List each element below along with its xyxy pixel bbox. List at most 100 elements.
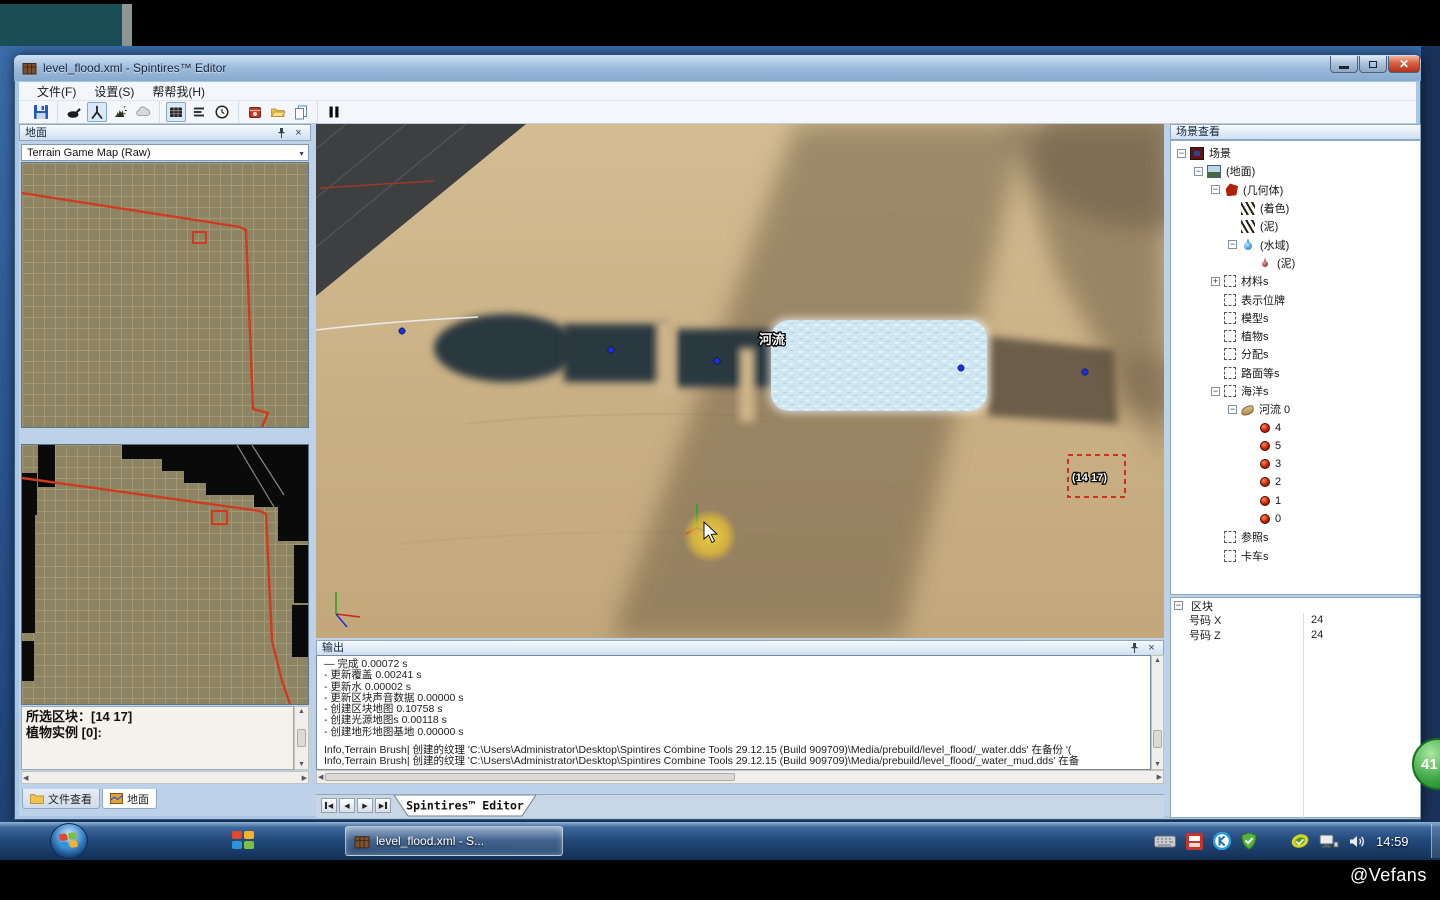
start-button[interactable] bbox=[50, 823, 88, 859]
tray-app-red-icon[interactable] bbox=[1186, 833, 1203, 850]
document-tab[interactable]: Spintires™ Editor bbox=[392, 795, 538, 817]
tree-expander[interactable]: − bbox=[1211, 387, 1220, 396]
scroll-thumb[interactable] bbox=[1153, 730, 1162, 748]
tree-expander[interactable]: − bbox=[1194, 167, 1203, 176]
scroll-down-icon[interactable]: ▼ bbox=[1154, 761, 1161, 768]
tree-item[interactable]: 路面等s bbox=[1171, 364, 1420, 382]
tree-item[interactable]: −(地面) bbox=[1171, 162, 1420, 180]
visible-blocks-minimap[interactable] bbox=[21, 444, 309, 705]
tab-terrain[interactable]: 地面 bbox=[102, 789, 157, 809]
tree-expander[interactable]: + bbox=[1211, 277, 1220, 286]
tree-item-label: (泥) bbox=[1277, 255, 1295, 271]
tree-item-label: 3 bbox=[1275, 458, 1281, 470]
block-group-row[interactable]: − 区块 bbox=[1171, 598, 1420, 613]
taskbar-clock[interactable]: 14:59 bbox=[1376, 834, 1409, 849]
close-panel-icon[interactable]: × bbox=[292, 127, 305, 139]
scroll-up-icon[interactable]: ▲ bbox=[298, 708, 305, 715]
output-vertical-scrollbar[interactable]: ▲▼ bbox=[1151, 655, 1164, 770]
dashed-icon bbox=[1224, 348, 1236, 360]
pin-icon[interactable] bbox=[1128, 642, 1141, 654]
tree-item[interactable]: (泥) bbox=[1171, 217, 1420, 235]
pin-icon[interactable] bbox=[275, 127, 288, 139]
tree-item[interactable]: 模型s bbox=[1171, 309, 1420, 327]
scroll-left-icon[interactable]: ◀ bbox=[23, 774, 28, 782]
tray-keyboard-icon[interactable] bbox=[1154, 835, 1176, 848]
save-icon[interactable] bbox=[31, 102, 51, 122]
menu-file[interactable]: 文件(F) bbox=[29, 82, 84, 101]
tree-item[interactable]: 1 bbox=[1171, 492, 1420, 510]
close-button[interactable]: ✕ bbox=[1388, 56, 1420, 73]
tree-item[interactable]: −海洋s bbox=[1171, 382, 1420, 400]
tree-item[interactable]: 植物s bbox=[1171, 327, 1420, 345]
info-vertical-scrollbar[interactable]: ▲▼ bbox=[294, 706, 309, 770]
tree-item[interactable]: +材料s bbox=[1171, 272, 1420, 290]
plants-icon[interactable] bbox=[110, 102, 130, 122]
tree-item[interactable]: −河流 0 bbox=[1171, 400, 1420, 418]
clouds-icon[interactable] bbox=[133, 102, 153, 122]
tree-expander[interactable]: − bbox=[1174, 601, 1183, 610]
output-horizontal-scrollbar[interactable]: ◀ ▶ bbox=[316, 770, 1164, 784]
taskbar-quick-launch-icon[interactable] bbox=[232, 831, 256, 851]
tree-item[interactable]: −(几何体) bbox=[1171, 181, 1420, 199]
scroll-left-icon[interactable]: ◀ bbox=[318, 773, 323, 781]
scroll-right-icon[interactable]: ▶ bbox=[1157, 773, 1162, 781]
terrain-minimap[interactable] bbox=[21, 162, 309, 428]
show-desktop-button[interactable] bbox=[1431, 824, 1440, 858]
title-bar[interactable]: level_flood.xml - Spintires™ Editor bbox=[14, 55, 1421, 81]
tree-item[interactable]: (泥) bbox=[1171, 254, 1420, 272]
tree-item[interactable]: 分配s bbox=[1171, 345, 1420, 363]
scroll-thumb[interactable] bbox=[325, 773, 735, 781]
tree-item[interactable]: 0 bbox=[1171, 510, 1420, 528]
layer-levels-icon[interactable] bbox=[189, 102, 209, 122]
property-row[interactable]: 号码 X 24 bbox=[1171, 613, 1420, 628]
first-tab-icon[interactable]: ◀ bbox=[321, 798, 337, 813]
viewport-3d[interactable]: 河流 (14 17) bbox=[316, 124, 1164, 638]
walk-person-icon[interactable] bbox=[87, 102, 107, 122]
tree-item[interactable]: 4 bbox=[1171, 418, 1420, 436]
copy-pages-icon[interactable] bbox=[291, 102, 311, 122]
menu-settings[interactable]: 设置(S) bbox=[86, 82, 142, 101]
output-log[interactable]: — 完成 0.00072 s- 更新覆盖 0.00241 s- 更新水 0.00… bbox=[316, 655, 1151, 770]
property-row[interactable]: 号码 Z 24 bbox=[1171, 628, 1420, 643]
tray-volume-icon[interactable] bbox=[1349, 834, 1366, 849]
tray-network-icon[interactable] bbox=[1319, 834, 1339, 849]
tree-item[interactable]: 5 bbox=[1171, 437, 1420, 455]
scroll-down-icon[interactable]: ▼ bbox=[298, 761, 305, 768]
scroll-thumb[interactable] bbox=[297, 729, 306, 747]
info-horizontal-scrollbar[interactable]: ◀▶ bbox=[21, 771, 309, 784]
menu-help[interactable]: 帮帮我(H) bbox=[144, 82, 213, 101]
tree-item[interactable]: −(水域) bbox=[1171, 235, 1420, 253]
tree-item[interactable]: 2 bbox=[1171, 473, 1420, 491]
terrain-blocks-icon[interactable] bbox=[166, 102, 186, 122]
minimize-button[interactable]: ▬ bbox=[1330, 56, 1358, 73]
tree-expander[interactable]: − bbox=[1228, 240, 1237, 249]
paint-brush-icon[interactable] bbox=[64, 102, 84, 122]
tab-file-view[interactable]: 文件查看 bbox=[22, 789, 100, 809]
tree-item[interactable]: 表示位牌 bbox=[1171, 290, 1420, 308]
tray-app-blue-icon[interactable] bbox=[1213, 832, 1231, 850]
tree-item[interactable]: −场景 bbox=[1171, 144, 1420, 162]
tree-item[interactable]: 参照s bbox=[1171, 528, 1420, 546]
scroll-right-icon[interactable]: ▶ bbox=[302, 774, 307, 782]
open-folder-icon[interactable] bbox=[268, 102, 288, 122]
property-grid-divider[interactable] bbox=[1303, 613, 1304, 818]
tree-expander[interactable]: − bbox=[1228, 405, 1237, 414]
tree-item[interactable]: 卡车s bbox=[1171, 547, 1420, 565]
terrain-map-dropdown[interactable]: Terrain Game Map (Raw)▼ bbox=[21, 144, 309, 161]
pause-icon[interactable] bbox=[324, 102, 344, 122]
next-tab-icon[interactable]: ▶ bbox=[357, 798, 373, 813]
scroll-up-icon[interactable]: ▲ bbox=[1154, 657, 1161, 664]
tree-expander[interactable]: − bbox=[1211, 185, 1220, 194]
tree-item[interactable]: (着色) bbox=[1171, 199, 1420, 217]
close-panel-icon[interactable]: × bbox=[1145, 642, 1158, 654]
tree-item[interactable]: 3 bbox=[1171, 455, 1420, 473]
last-tab-icon[interactable]: ▶ bbox=[375, 798, 391, 813]
maximize-button[interactable] bbox=[1359, 56, 1387, 73]
package-icon[interactable] bbox=[245, 102, 265, 122]
prev-tab-icon[interactable]: ◀ bbox=[339, 798, 355, 813]
taskbar-app-button[interactable]: level_flood.xml - S... bbox=[345, 826, 563, 856]
time-clock-icon[interactable] bbox=[212, 102, 232, 122]
tree-expander[interactable]: − bbox=[1177, 149, 1186, 158]
tray-app-green-icon[interactable] bbox=[1291, 832, 1309, 850]
tray-security-shield-icon[interactable] bbox=[1241, 832, 1257, 850]
